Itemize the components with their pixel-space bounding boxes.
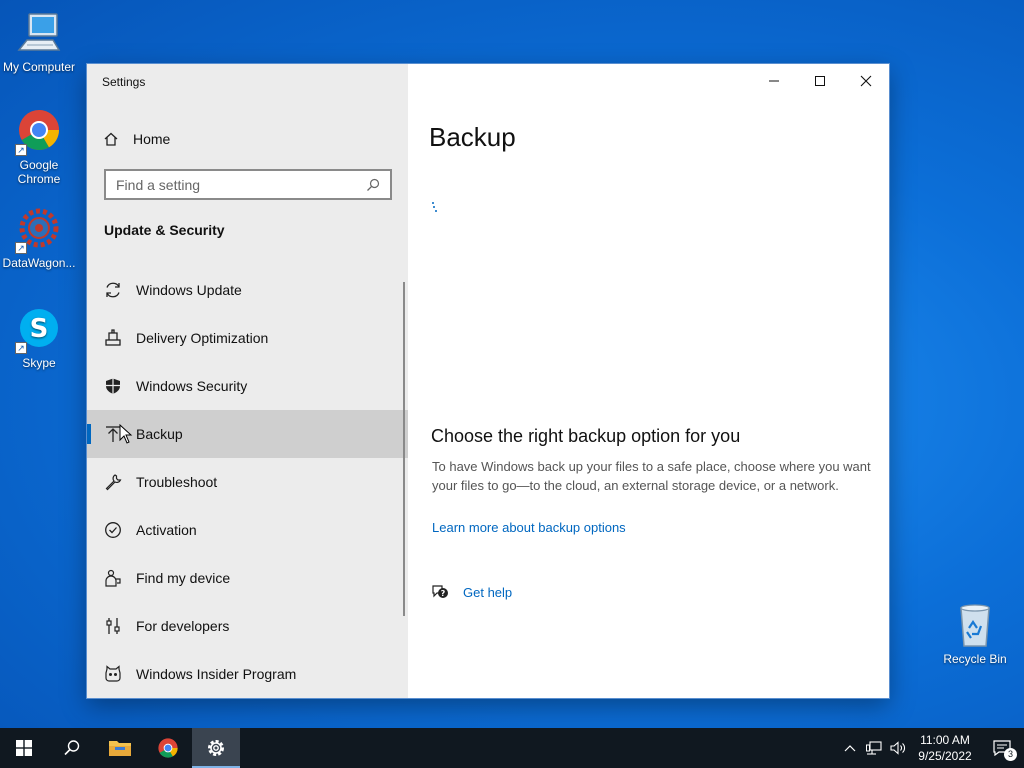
shortcut-arrow-icon: ↗ xyxy=(15,342,27,354)
insider-cat-icon xyxy=(104,665,122,683)
chat-help-icon: ? xyxy=(432,585,448,598)
search-box[interactable] xyxy=(104,169,392,200)
nav-item-windows-security[interactable]: Windows Security xyxy=(87,362,408,410)
search-icon[interactable] xyxy=(366,178,380,192)
nav-item-label: Windows Update xyxy=(136,282,242,298)
folder-icon xyxy=(109,741,131,756)
gear-icon xyxy=(208,740,224,756)
nav-item-label: Delivery Optimization xyxy=(136,330,269,346)
minimize-icon xyxy=(769,80,779,82)
network-icon xyxy=(866,741,882,755)
nav-item-for-developers[interactable]: For developers xyxy=(87,602,408,650)
home-icon xyxy=(104,132,118,146)
nav-item-label: Troubleshoot xyxy=(136,474,218,490)
desktop-icon-label: Skype xyxy=(22,356,56,370)
get-help-label: Get help xyxy=(463,584,513,600)
window-title: Settings xyxy=(102,75,146,89)
search-taskbar-button[interactable] xyxy=(48,728,96,768)
clock-date: 9/25/2022 xyxy=(918,749,972,763)
clock[interactable]: 11:00 AM 9/25/2022 xyxy=(910,732,980,764)
section-title: Update & Security xyxy=(104,222,225,238)
desktop-icon-label: Recycle Bin xyxy=(943,652,1007,666)
file-explorer-button[interactable] xyxy=(96,728,144,768)
clock-time: 11:00 AM xyxy=(920,733,970,747)
desktop-icon-datawagon[interactable]: ↗ DataWagon... xyxy=(0,206,78,270)
desktop-icon-label: Google Chrome xyxy=(17,158,61,186)
check-circle-icon xyxy=(104,521,122,539)
refresh-icon xyxy=(104,281,122,299)
svg-text:?: ? xyxy=(441,589,446,598)
nav-item-label: For developers xyxy=(136,618,230,634)
speaker-icon xyxy=(890,741,905,755)
windows-logo-icon xyxy=(16,740,32,756)
person-location-icon xyxy=(104,569,122,587)
shield-icon xyxy=(104,377,122,395)
nav-item-windows-insider-program[interactable]: Windows Insider Program xyxy=(87,650,408,698)
nav-home-label: Home xyxy=(133,131,171,147)
search-input[interactable] xyxy=(116,176,366,193)
desktop-icon-my-computer[interactable]: My Computer xyxy=(0,10,78,74)
datawagon-gear-icon: ↗ xyxy=(15,206,63,254)
desktop-icon-label: My Computer xyxy=(2,60,76,74)
show-hidden-icons-button[interactable] xyxy=(838,728,862,768)
chevron-up-icon xyxy=(844,745,856,752)
taskbar: 11:00 AM 9/25/2022 3 xyxy=(0,728,1024,768)
wrench-icon xyxy=(104,473,122,491)
nav-item-label: Find my device xyxy=(136,570,231,586)
close-icon xyxy=(860,75,872,87)
developer-sliders-icon xyxy=(104,617,122,635)
window-caption-buttons xyxy=(751,64,889,98)
volume-button[interactable] xyxy=(886,728,910,768)
nav-item-windows-update[interactable]: Windows Update xyxy=(87,266,408,314)
desktop: My Computer ↗ Google Chrome ↗ DataWagon.… xyxy=(0,0,1024,728)
desktop-icon-google-chrome[interactable]: ↗ Google Chrome xyxy=(0,108,78,186)
settings-nav: Windows Update Delivery Optimization Win… xyxy=(87,266,408,698)
search-icon xyxy=(64,740,80,756)
computer-icon xyxy=(15,10,63,58)
shortcut-arrow-icon: ↗ xyxy=(15,242,27,254)
settings-taskbar-button[interactable] xyxy=(192,728,240,768)
system-tray: 11:00 AM 9/25/2022 3 xyxy=(838,728,1024,768)
start-button[interactable] xyxy=(0,728,48,768)
shortcut-arrow-icon: ↗ xyxy=(15,144,27,156)
svg-text:S: S xyxy=(30,314,49,344)
loading-spinner-icon xyxy=(432,202,440,214)
chrome-icon xyxy=(158,738,178,758)
nav-item-label: Windows Insider Program xyxy=(136,666,297,682)
nav-item-activation[interactable]: Activation xyxy=(87,506,408,554)
mouse-pointer-icon xyxy=(119,424,133,444)
chrome-taskbar-button[interactable] xyxy=(144,728,192,768)
nav-item-find-my-device[interactable]: Find my device xyxy=(87,554,408,602)
maximize-button[interactable] xyxy=(797,64,843,98)
nav-item-label: Windows Security xyxy=(136,378,248,394)
settings-content: Backup Choose the right backup option fo… xyxy=(408,64,889,698)
delivery-optimization-icon xyxy=(104,329,122,347)
nav-item-delivery-optimization[interactable]: Delivery Optimization xyxy=(87,314,408,362)
skype-icon: S ↗ xyxy=(15,306,63,354)
section-heading: Choose the right backup option for you xyxy=(431,426,741,446)
section-description: To have Windows back up your files to a … xyxy=(432,459,871,493)
maximize-icon xyxy=(815,76,825,86)
sidebar-scrollbar[interactable] xyxy=(403,282,405,616)
notification-count-badge: 3 xyxy=(1004,748,1017,761)
nav-item-label: Activation xyxy=(136,522,197,538)
settings-window: Settings Home Update & Security xyxy=(87,64,889,698)
page-title: Backup xyxy=(429,122,516,152)
get-help-link[interactable]: ? Get help xyxy=(431,584,512,600)
learn-more-link[interactable]: Learn more about backup options xyxy=(432,520,626,535)
nav-item-troubleshoot[interactable]: Troubleshoot xyxy=(87,458,408,506)
nav-item-backup[interactable]: Backup xyxy=(87,410,408,458)
nav-item-label: Backup xyxy=(136,426,183,442)
recycle-bin-icon xyxy=(951,602,999,650)
desktop-icon-skype[interactable]: S ↗ Skype xyxy=(0,306,78,370)
settings-sidebar: Settings Home Update & Security xyxy=(87,64,408,698)
action-center-button[interactable]: 3 xyxy=(980,728,1024,768)
minimize-button[interactable] xyxy=(751,64,797,98)
desktop-icon-recycle-bin[interactable]: Recycle Bin xyxy=(936,602,1014,666)
close-button[interactable] xyxy=(843,64,889,98)
desktop-icon-label: DataWagon... xyxy=(2,256,76,270)
network-button[interactable] xyxy=(862,728,886,768)
nav-home[interactable]: Home xyxy=(103,128,170,150)
chrome-icon: ↗ xyxy=(15,108,63,156)
